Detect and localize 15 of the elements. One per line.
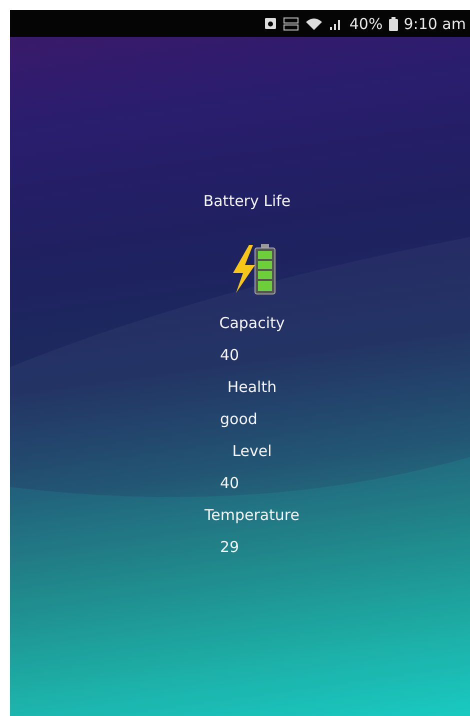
charging-battery-icon <box>230 243 278 295</box>
battery-percent: 40% <box>349 14 383 32</box>
stat-label: Temperature <box>204 505 300 526</box>
image-icon <box>264 17 278 30</box>
wifi-icon <box>305 16 324 30</box>
battery-icon <box>388 16 398 30</box>
app-title: Battery Life <box>203 192 291 210</box>
stat-label: Level <box>232 441 272 462</box>
stat-value: 29 <box>220 537 240 558</box>
stat-value: 40 <box>220 473 240 494</box>
stat-label: Health <box>227 377 277 398</box>
clock: 9:10 am <box>404 14 466 32</box>
stat-value: good <box>220 409 258 430</box>
stat-value: 40 <box>220 345 240 366</box>
stat-label: Capacity <box>219 313 285 334</box>
